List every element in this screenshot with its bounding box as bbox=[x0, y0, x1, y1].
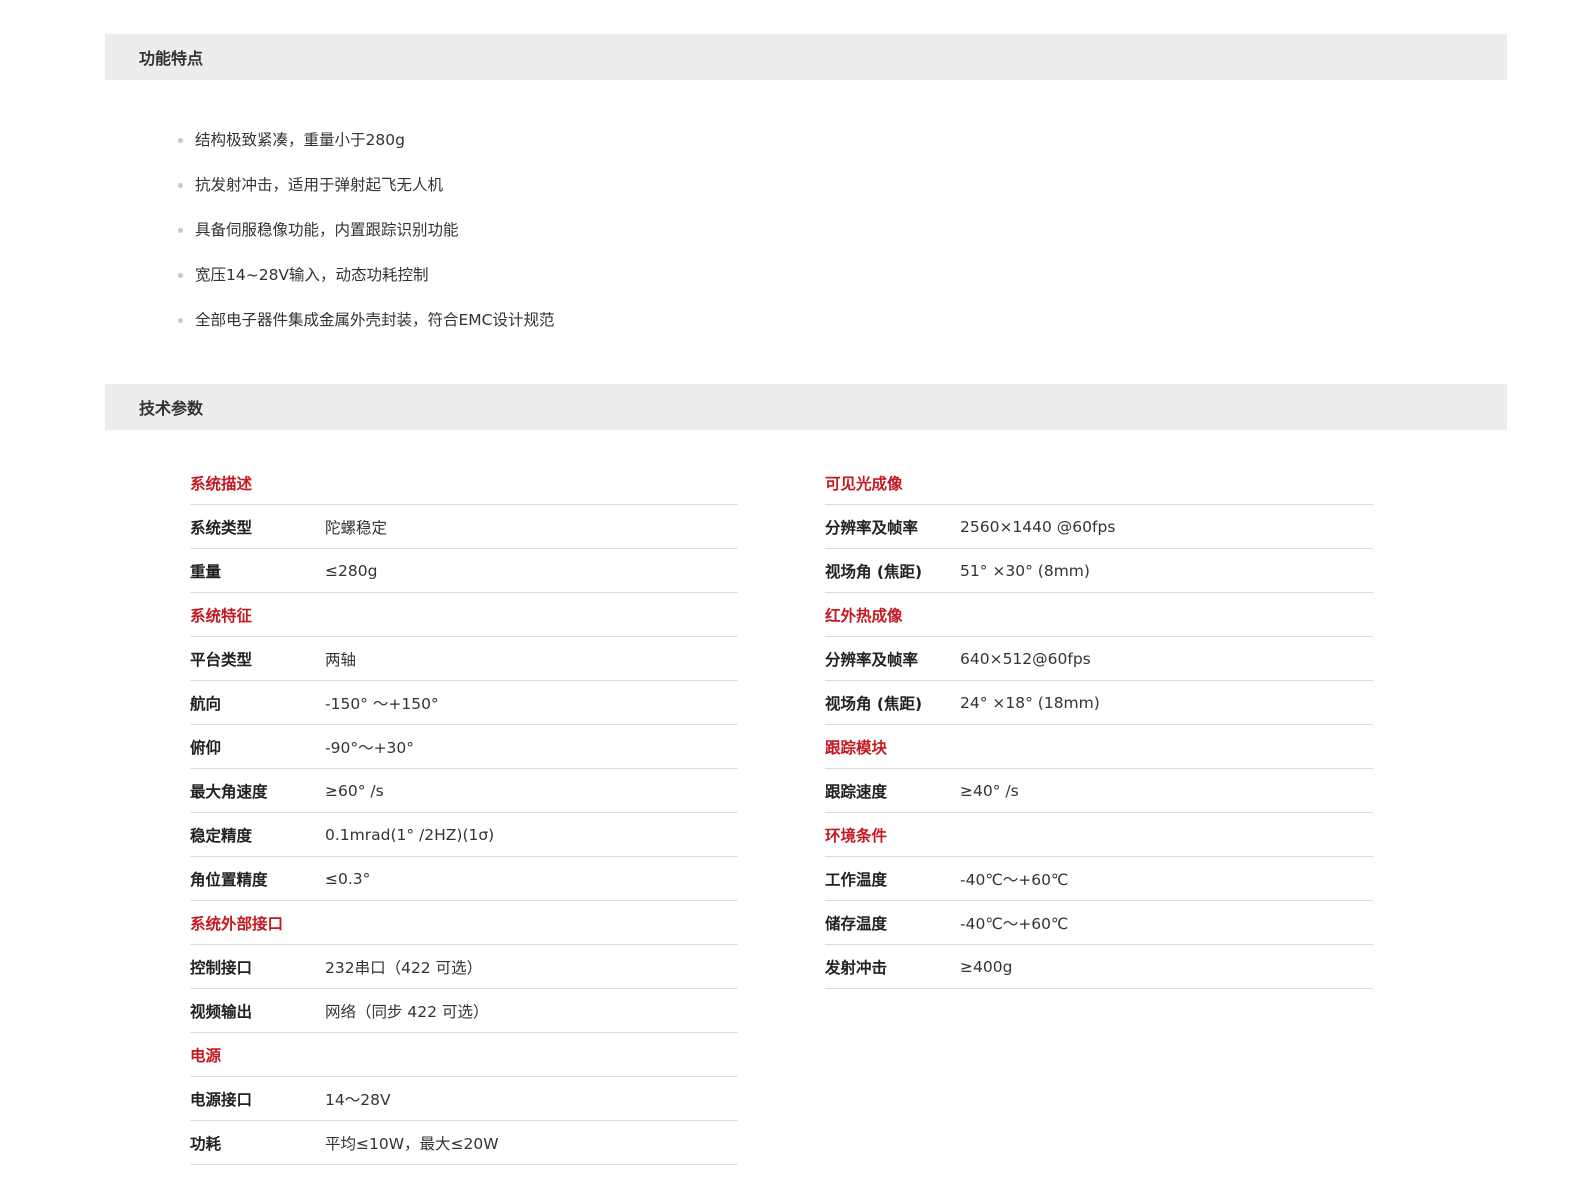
spec-row: 控制接口 232串口（422 可选） bbox=[190, 945, 738, 989]
feature-text: 具备伺服稳像功能，内置跟踪识别功能 bbox=[195, 221, 459, 239]
spec-group-heading: 电源 bbox=[190, 1033, 738, 1077]
spec-value: -40℃～+60℃ bbox=[960, 914, 1069, 933]
feature-text: 抗发射冲击，适用于弹射起飞无人机 bbox=[195, 176, 444, 194]
spec-group-heading: 系统特征 bbox=[190, 593, 738, 637]
spec-group-heading: 系统外部接口 bbox=[190, 901, 738, 945]
spec-value: -40℃～+60℃ bbox=[960, 870, 1069, 889]
spec-row: 功耗 平均≤10W，最大≤20W bbox=[190, 1121, 738, 1165]
feature-text: 结构极致紧凑，重量小于280g bbox=[195, 131, 405, 149]
spec-label: 航向 bbox=[190, 694, 222, 713]
spec-value: 232串口（422 可选） bbox=[325, 958, 483, 977]
spec-label: 发射冲击 bbox=[825, 958, 888, 977]
spec-row: 最大角速度 ≥60° /s bbox=[190, 769, 738, 813]
spec-value: ≥400g bbox=[960, 957, 1013, 976]
spec-value: 平均≤10W，最大≤20W bbox=[325, 1134, 499, 1153]
bullet-dot-icon bbox=[178, 228, 183, 233]
spec-value: 0.1mrad(1° /2HZ)(1σ) bbox=[325, 825, 495, 844]
spec-label: 重量 bbox=[190, 562, 222, 581]
spec-value: ≤280g bbox=[325, 561, 378, 580]
spec-row: 平台类型 两轴 bbox=[190, 637, 738, 681]
features-section-title: 功能特点 bbox=[105, 34, 1507, 80]
specs-section-title: 技术参数 bbox=[105, 384, 1507, 430]
spec-label: 视场角 (焦距) bbox=[825, 694, 923, 713]
spec-row: 系统类型 陀螺稳定 bbox=[190, 505, 738, 549]
bullet-dot-icon bbox=[178, 183, 183, 188]
spec-value: 14～28V bbox=[325, 1090, 391, 1109]
spec-label: 分辨率及帧率 bbox=[825, 518, 919, 537]
spec-row: 工作温度 -40℃～+60℃ bbox=[825, 857, 1373, 901]
spec-row: 俯仰 -90°～+30° bbox=[190, 725, 738, 769]
spec-label: 稳定精度 bbox=[190, 826, 253, 845]
spec-label: 系统类型 bbox=[190, 518, 253, 537]
spec-label: 控制接口 bbox=[190, 958, 253, 977]
spec-value: 2560×1440 @60fps bbox=[960, 517, 1116, 536]
feature-item: 抗发射冲击，适用于弹射起飞无人机 bbox=[178, 163, 555, 208]
spec-group-heading: 跟踪模块 bbox=[825, 725, 1373, 769]
spec-label: 分辨率及帧率 bbox=[825, 650, 919, 669]
spec-row: 航向 -150° ～+150° bbox=[190, 681, 738, 725]
feature-item: 宽压14~28V输入，动态功耗控制 bbox=[178, 253, 555, 298]
spec-row: 视场角 (焦距) 51° ×30° (8mm) bbox=[825, 549, 1373, 593]
spec-group-heading: 系统描述 bbox=[190, 461, 738, 505]
spec-row: 重量 ≤280g bbox=[190, 549, 738, 593]
spec-row: 视场角 (焦距) 24° ×18° (18mm) bbox=[825, 681, 1373, 725]
spec-row: 视频输出 网络（同步 422 可选） bbox=[190, 989, 738, 1033]
spec-value: -150° ～+150° bbox=[325, 694, 439, 713]
spec-row: 跟踪速度 ≥40° /s bbox=[825, 769, 1373, 813]
spec-group-heading: 可见光成像 bbox=[825, 461, 1373, 505]
spec-value: ≥60° /s bbox=[325, 781, 384, 800]
feature-item: 结构极致紧凑，重量小于280g bbox=[178, 118, 555, 163]
spec-value: -90°～+30° bbox=[325, 738, 415, 757]
feature-text: 宽压14~28V输入，动态功耗控制 bbox=[195, 266, 429, 284]
spec-label: 跟踪速度 bbox=[825, 782, 888, 801]
spec-label: 功耗 bbox=[190, 1134, 222, 1153]
spec-row: 储存温度 -40℃～+60℃ bbox=[825, 901, 1373, 945]
spec-label: 视场角 (焦距) bbox=[825, 562, 923, 581]
bullet-dot-icon bbox=[178, 273, 183, 278]
spec-label: 视频输出 bbox=[190, 1002, 253, 1021]
spec-group-heading: 红外热成像 bbox=[825, 593, 1373, 637]
spec-label: 电源接口 bbox=[190, 1090, 253, 1109]
spec-column-left: 系统描述系统类型 陀螺稳定重量 ≤280g 系统特征平台类型 两轴航向 -150° ～+1… bbox=[190, 461, 738, 1165]
feature-text: 全部电子器件集成金属外壳封装，符合EMC设计规范 bbox=[195, 311, 555, 329]
spec-value: 51° ×30° (8mm) bbox=[960, 561, 1090, 580]
spec-label: 储存温度 bbox=[825, 914, 888, 933]
feature-list: 结构极致紧凑，重量小于280g 抗发射冲击，适用于弹射起飞无人机 具备伺服稳像功能，… bbox=[178, 118, 555, 343]
spec-row: 分辨率及帧率 640×512@60fps bbox=[825, 637, 1373, 681]
feature-item: 具备伺服稳像功能，内置跟踪识别功能 bbox=[178, 208, 555, 253]
spec-column-right: 可见光成像分辨率及帧率 2560×1440 @60fps 视场角 (焦距) 51° ×… bbox=[825, 461, 1373, 989]
spec-group-heading: 环境条件 bbox=[825, 813, 1373, 857]
spec-value: 24° ×18° (18mm) bbox=[960, 693, 1100, 712]
spec-value: 网络（同步 422 可选） bbox=[325, 1002, 489, 1021]
spec-label: 角位置精度 bbox=[190, 870, 268, 889]
bullet-dot-icon bbox=[178, 138, 183, 143]
spec-row: 电源接口 14～28V bbox=[190, 1077, 738, 1121]
spec-row: 角位置精度 ≤0.3° bbox=[190, 857, 738, 901]
spec-value: 陀螺稳定 bbox=[325, 518, 388, 537]
spec-value: ≥40° /s bbox=[960, 781, 1019, 800]
spec-label: 平台类型 bbox=[190, 650, 253, 669]
feature-item: 全部电子器件集成金属外壳封装，符合EMC设计规范 bbox=[178, 298, 555, 343]
spec-value: 640×512@60fps bbox=[960, 649, 1091, 668]
spec-value: 两轴 bbox=[325, 650, 357, 669]
spec-label: 工作温度 bbox=[825, 870, 888, 889]
bullet-dot-icon bbox=[178, 318, 183, 323]
spec-row: 发射冲击 ≥400g bbox=[825, 945, 1373, 989]
spec-label: 最大角速度 bbox=[190, 782, 268, 801]
spec-label: 俯仰 bbox=[190, 738, 222, 757]
spec-value: ≤0.3° bbox=[325, 869, 371, 888]
spec-row: 稳定精度 0.1mrad(1° /2HZ)(1σ) bbox=[190, 813, 738, 857]
spec-row: 分辨率及帧率 2560×1440 @60fps bbox=[825, 505, 1373, 549]
